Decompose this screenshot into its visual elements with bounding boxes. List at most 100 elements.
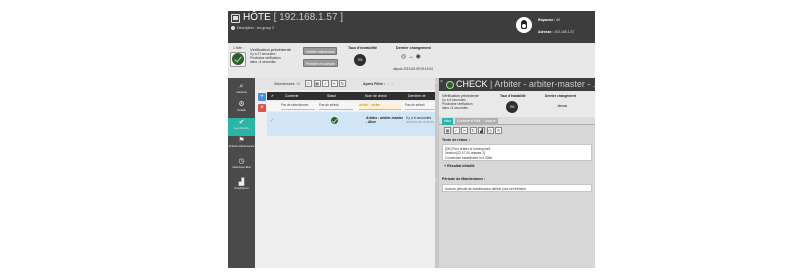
app-window: HÔTE [ 192.168.1.57 ] Description : vm-g… — [228, 11, 595, 268]
column-context[interactable]: Contexte — [285, 94, 299, 98]
table-row[interactable]: ✓ Arbiter - arbiter-master - Alive il y … — [267, 112, 435, 136]
state-label: L'hôte : — [233, 46, 244, 50]
list-icon[interactable]: ≡ — [305, 80, 312, 87]
graph-icon[interactable]: ▟ — [478, 127, 485, 134]
detailed-result-label: Résultat détaillé — [447, 164, 475, 168]
row-last-check: il y a 6 secondes 2019-05-09 14:26:55 — [406, 116, 434, 124]
host-verification-info: Vérification précédente il y a 27 second… — [250, 47, 291, 64]
sidebar-item-label: Les Checks — [234, 126, 249, 130]
check-ok-icon — [446, 81, 454, 89]
column-check-name[interactable]: Nom de check — [365, 94, 387, 98]
tab-infos[interactable]: Infos — [442, 118, 453, 125]
close-icon[interactable]: × — [440, 79, 443, 85]
downtime-icon[interactable]: ✂ — [461, 127, 468, 134]
acknowledge-button[interactable]: Prendre en compte — [303, 59, 338, 67]
last-change-title: Dernier changement — [396, 46, 431, 50]
row-checkbox[interactable]: ✓ — [270, 118, 274, 124]
sidebar-item-graphs[interactable]: ▟ Graphiques — [228, 178, 255, 196]
clock-icon[interactable]: ◷ — [486, 127, 494, 134]
recheck-icon[interactable]: ↻ — [469, 127, 477, 134]
after-filter-label: Après Filtre : — [363, 82, 386, 86]
maintenance-box: Aucune période de maintenance définie po… — [442, 184, 592, 192]
expand-all-button[interactable]: + — [258, 93, 266, 101]
verify-now-button[interactable]: Vérifier maintenant — [303, 47, 338, 55]
sidebar-item-label: Détails — [237, 108, 246, 112]
check-name-filter[interactable]: Arbiter - arbiter — [359, 103, 401, 110]
arrow-right-icon: → — [407, 54, 414, 60]
check-actions: ▦ ✓ ✂ ↻ ▟ ◷ ✎ — [444, 127, 504, 134]
realm-value: All — [556, 18, 560, 22]
current-state-icon: ◉ — [415, 54, 421, 60]
output-label: Texte de retour : — [442, 138, 470, 142]
checks-list-panel: Sélectionnés : 0 ≡ ▦ ✓ ✂ ↻ Après Filtre : 1 … — [255, 78, 435, 268]
ack-icon[interactable]: ✓ — [322, 80, 329, 87]
tab-context-metrics[interactable]: Contexte et Métr — [455, 118, 483, 125]
filter-row: Par de sélectionner Pas de sélecti Arbit… — [267, 102, 435, 111]
tab-advanced[interactable]: Avancé — [483, 118, 498, 125]
address-line: Adresse : 192.168.1.57 — [538, 30, 574, 34]
calendar-icon[interactable]: ▦ — [313, 80, 321, 87]
check-detail-panel: × CHECK | Arbiter - arbiter-master - ...… — [439, 78, 595, 268]
host-title-label: HÔTE — [243, 12, 271, 23]
sidebar-item-details[interactable]: ⚙ Détails — [228, 100, 255, 118]
output-line: Connection established in 0.008s. — [445, 155, 493, 160]
host-state-badge — [230, 52, 246, 67]
detailed-result-toggle[interactable]: + Résultat détaillé — [444, 164, 475, 168]
last-change-date: depuis 2019-05-09 09:19:04 — [393, 67, 433, 71]
toolbar-actions: ≡ ▦ ✓ ✂ ↻ — [305, 80, 348, 87]
refresh-icon[interactable]: ↻ — [339, 80, 346, 87]
host-title: HÔTE [ 192.168.1.57 ] — [243, 12, 344, 23]
address-value: 192.168.1.57 — [554, 30, 575, 34]
state-change-icons: ◎ → ◉ — [401, 53, 421, 60]
monitor-icon — [231, 14, 240, 23]
check-stats: Vérification précédente il y a 6 seconde… — [439, 91, 595, 117]
list-toolbar: Sélectionnés : 0 ≡ ▦ ✓ ✂ ↻ Après Filtre : 1 … — [255, 78, 435, 90]
check-detail-title: CHECK | Arbiter - arbiter-master - ... — [456, 79, 595, 89]
check-instability-title: Taux d'instabilité — [500, 94, 526, 98]
column-last-check[interactable]: Dernière vé — [408, 94, 426, 98]
sidebar-item-maintenance[interactable]: ⚑ Activité Maintenance — [228, 136, 255, 156]
previous-state-icon: ◎ — [401, 54, 407, 60]
instability-title: Taux d'instabilité — [348, 46, 377, 50]
column-status[interactable]: Statut — [327, 94, 336, 98]
sidebar-item-history[interactable]: ◷ Historique Etat — [228, 157, 255, 177]
edit-icon[interactable]: ✎ — [495, 127, 502, 134]
check-last-change-title: Dernier changement — [545, 94, 576, 98]
check-title-prefix: CHECK — [456, 79, 488, 89]
check-last-change-value: Jamais — [557, 104, 568, 108]
maintenance-label: Période de Maintenance : — [442, 177, 486, 181]
select-all-checkbox[interactable]: ✔ — [271, 94, 274, 98]
check-instability-value: 0% — [506, 101, 518, 113]
check-next-verif-in: dans ≈4 secondes — [442, 106, 468, 110]
clear-filters-button[interactable]: × — [258, 104, 266, 112]
calendar-icon[interactable]: ▦ — [444, 127, 451, 134]
after-filter-count: 1 / 1 — [386, 82, 394, 86]
selected-count: 0 — [297, 82, 300, 86]
sidebar-item-general[interactable]: ⌕ Général — [228, 82, 255, 100]
check-detail-tabs: Infos Contexte et Métr Avancé — [439, 117, 595, 125]
maintenance-text: Aucune période de maintenance définie po… — [445, 186, 526, 191]
last-check-filter[interactable]: Pas de sélecti — [405, 103, 435, 110]
info-icon — [231, 26, 235, 30]
context-filter[interactable]: Par de sélectionner — [281, 103, 315, 110]
host-header: HÔTE [ 192.168.1.57 ] Description : vm-g… — [228, 11, 595, 43]
expand-right-icon[interactable]: › — [435, 178, 437, 184]
sidebar-item-checks[interactable]: ✔ Les Checks — [228, 118, 255, 136]
host-status-band: L'hôte : Vérification précédente il y a … — [228, 43, 595, 78]
check-ok-icon — [331, 117, 338, 124]
check-title-name: Arbiter - arbiter-master - ... — [494, 79, 595, 89]
sidebar-item-label: Général — [236, 90, 247, 94]
collapse-left-icon[interactable]: ‹ — [435, 80, 437, 86]
selected-info: Sélectionnés : 0 — [274, 82, 300, 86]
status-filter[interactable]: Pas de sélecti — [319, 103, 353, 110]
downtime-icon[interactable]: ✂ — [330, 80, 338, 87]
check-verification-info: Vérification précédente il y a 6 seconde… — [442, 94, 479, 110]
host-ip: 192.168.1.57 — [279, 12, 338, 23]
realm-label: Royaume : — [538, 18, 556, 22]
ack-icon[interactable]: ✓ — [452, 127, 460, 134]
sidebar-item-label: Historique Etat — [232, 165, 251, 169]
selected-label: Sélectionnés : — [274, 82, 297, 86]
output-box: [OK] Pour arbiter is running well. Versi… — [442, 144, 592, 161]
sidebar-item-label: Activité Maintenance — [228, 144, 255, 148]
after-filter-info: Après Filtre : 1 / 1 — [363, 82, 393, 86]
